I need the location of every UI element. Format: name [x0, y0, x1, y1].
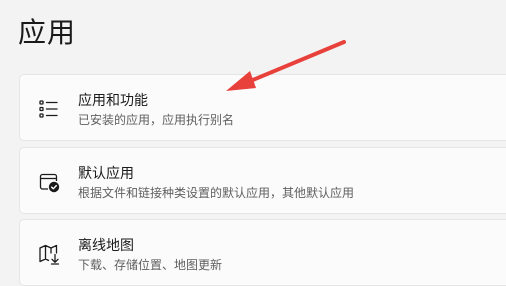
default-apps-description: 根据文件和链接种类设置的默认应用，其他默认应用 [78, 186, 355, 200]
default-apps-title: 默认应用 [78, 166, 134, 182]
apps-and-features-description: 已安装的应用，应用执行别名 [78, 113, 235, 127]
page-title: 应用 [18, 16, 77, 49]
offline-map-icon [37, 242, 61, 266]
apps-and-features-title: 应用和功能 [78, 93, 148, 109]
apps-and-features-card[interactable]: 应用和功能 已安装的应用，应用执行别名 [19, 74, 506, 141]
offline-maps-title: 离线地图 [78, 238, 134, 254]
default-app-check-icon [37, 170, 61, 194]
default-apps-card[interactable]: 默认应用 根据文件和链接种类设置的默认应用，其他默认应用 [19, 147, 506, 214]
offline-maps-card[interactable]: 离线地图 下载、存储位置、地图更新 [19, 219, 506, 286]
offline-maps-description: 下载、存储位置、地图更新 [78, 258, 223, 272]
app-list-icon [37, 97, 61, 121]
